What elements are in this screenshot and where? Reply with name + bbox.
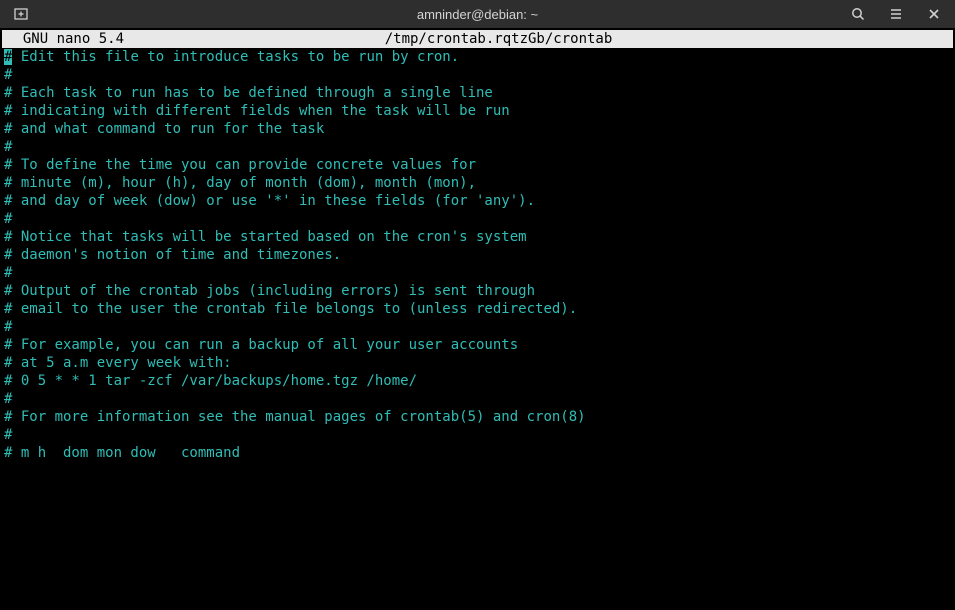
editor-line: # xyxy=(4,426,951,444)
editor-line: # xyxy=(4,66,951,84)
editor-line: # daemon's notion of time and timezones. xyxy=(4,246,951,264)
close-icon xyxy=(927,7,941,21)
editor-line: # xyxy=(4,390,951,408)
editor-line: # and what command to run for the task xyxy=(4,120,951,138)
editor-line: # indicating with different fields when … xyxy=(4,102,951,120)
search-icon xyxy=(850,6,866,22)
nano-file-path: /tmp/crontab.rqtzGb/crontab xyxy=(124,30,873,48)
editor-line: # Notice that tasks will be started base… xyxy=(4,228,951,246)
menu-button[interactable] xyxy=(879,2,913,26)
editor-line: # Edit this file to introduce tasks to b… xyxy=(4,48,951,66)
nano-app-label: GNU nano 5.4 xyxy=(2,30,124,48)
editor-line: # minute (m), hour (h), day of month (do… xyxy=(4,174,951,192)
window-titlebar: amninder@debian: ~ xyxy=(0,0,955,28)
nano-header-spacer xyxy=(873,30,953,48)
editor-line: # For example, you can run a backup of a… xyxy=(4,336,951,354)
hamburger-icon xyxy=(888,6,904,22)
line-text: Edit this file to introduce tasks to be … xyxy=(12,49,459,65)
new-tab-icon xyxy=(13,6,29,22)
editor-line: # xyxy=(4,318,951,336)
editor-line: # 0 5 * * 1 tar -zcf /var/backups/home.t… xyxy=(4,372,951,390)
editor-line: # at 5 a.m every week with: xyxy=(4,354,951,372)
titlebar-right-group xyxy=(841,2,951,26)
titlebar-left-group xyxy=(4,2,38,26)
editor-line: # xyxy=(4,210,951,228)
close-button[interactable] xyxy=(917,2,951,26)
nano-header-bar: GNU nano 5.4 /tmp/crontab.rqtzGb/crontab xyxy=(2,30,953,48)
editor-line: # xyxy=(4,264,951,282)
editor-line: # To define the time you can provide con… xyxy=(4,156,951,174)
editor-line: # email to the user the crontab file bel… xyxy=(4,300,951,318)
window-title: amninder@debian: ~ xyxy=(417,7,538,22)
editor-line: # and day of week (dow) or use '*' in th… xyxy=(4,192,951,210)
editor-line: # Each task to run has to be defined thr… xyxy=(4,84,951,102)
editor-line: # Output of the crontab jobs (including … xyxy=(4,282,951,300)
editor-line: # xyxy=(4,138,951,156)
terminal-area[interactable]: GNU nano 5.4 /tmp/crontab.rqtzGb/crontab… xyxy=(0,28,955,464)
new-tab-button[interactable] xyxy=(4,2,38,26)
editor-line: # For more information see the manual pa… xyxy=(4,408,951,426)
editor-line: # m h dom mon dow command xyxy=(4,444,951,462)
editor-content[interactable]: # Edit this file to introduce tasks to b… xyxy=(2,48,953,462)
search-button[interactable] xyxy=(841,2,875,26)
